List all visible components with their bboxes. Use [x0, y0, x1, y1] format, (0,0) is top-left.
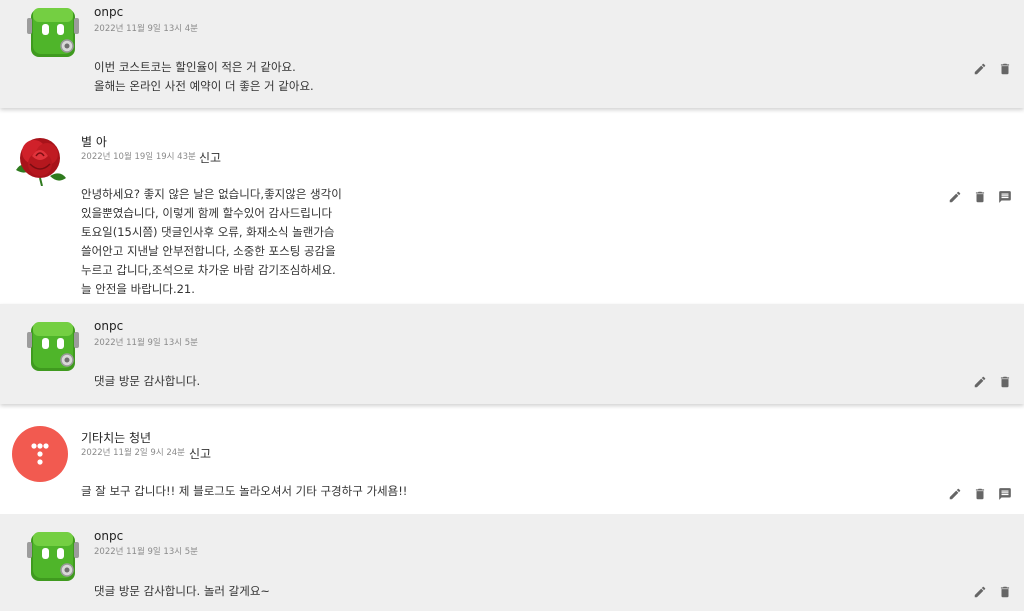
comment-actions [938, 486, 1013, 502]
robot-avatar[interactable] [25, 4, 81, 60]
reply-icon[interactable] [997, 189, 1013, 205]
comment-actions [938, 189, 1013, 205]
delete-icon[interactable] [997, 374, 1013, 390]
delete-icon[interactable] [997, 61, 1013, 77]
edit-icon[interactable] [947, 486, 963, 502]
comment-item: 별 아 2022년 10월 19일 19시 43분 신고 안녕하세요? 좋지 않… [0, 118, 1024, 304]
comment-item: 기타치는 청년 2022년 11월 2일 9시 24분 신고 글 잘 보구 갑니… [0, 414, 1024, 514]
comment-body: 글 잘 보구 갑니다!! 제 블로그도 놀라오셔서 기타 구경하구 가세욤!! [81, 484, 408, 498]
comment-date: 2022년 10월 19일 19시 43분 [81, 152, 196, 162]
delete-icon[interactable] [972, 189, 988, 205]
edit-icon[interactable] [947, 189, 963, 205]
comment-actions [963, 584, 1013, 600]
rose-avatar[interactable] [12, 130, 68, 187]
robot-avatar[interactable] [25, 528, 81, 584]
author-name[interactable]: onpc [94, 529, 123, 543]
comment-date: 2022년 11월 2일 9시 24분 [81, 448, 185, 458]
comment-date: 2022년 11월 9일 13시 4분 [94, 24, 198, 34]
delete-icon[interactable] [997, 584, 1013, 600]
reply-item: onpc 2022년 11월 9일 13시 5분 댓글 방문 감사합니다. [0, 304, 1024, 404]
edit-icon[interactable] [972, 61, 988, 77]
edit-icon[interactable] [972, 374, 988, 390]
comment-body: 안녕하세요? 좋지 않은 날은 없습니다,좋지않은 생각이 있을뿐였습니다, 이… [81, 187, 342, 296]
robot-avatar[interactable] [25, 318, 81, 374]
guitar-avatar[interactable] [12, 426, 68, 482]
author-name[interactable]: onpc [94, 5, 123, 19]
comment-actions [963, 61, 1013, 77]
reply-item: onpc 2022년 11월 9일 13시 4분 이번 코스트코는 할인율이 적… [0, 0, 1024, 108]
report-link[interactable]: 신고 [199, 149, 221, 166]
comment-body: 댓글 방문 감사합니다. 놀러 갈게요~ [94, 584, 271, 598]
author-name[interactable]: 기타치는 청년 [81, 429, 151, 446]
delete-icon[interactable] [972, 486, 988, 502]
comment-body: 댓글 방문 감사합니다. [94, 374, 201, 388]
author-name[interactable]: 별 아 [81, 133, 107, 150]
reply-item: onpc 2022년 11월 9일 13시 5분 댓글 방문 감사합니다. 놀러… [0, 514, 1024, 611]
comment-date: 2022년 11월 9일 13시 5분 [94, 547, 198, 557]
comment-body: 이번 코스트코는 할인율이 적은 거 같아요. 올해는 온라인 사전 예약이 더… [94, 60, 314, 93]
comment-date: 2022년 11월 9일 13시 5분 [94, 338, 198, 348]
comment-thread: onpc 2022년 11월 9일 13시 4분 이번 코스트코는 할인율이 적… [0, 0, 1024, 611]
report-link[interactable]: 신고 [189, 445, 211, 462]
comment-actions [963, 374, 1013, 390]
author-name[interactable]: onpc [94, 319, 123, 333]
reply-icon[interactable] [997, 486, 1013, 502]
edit-icon[interactable] [972, 584, 988, 600]
